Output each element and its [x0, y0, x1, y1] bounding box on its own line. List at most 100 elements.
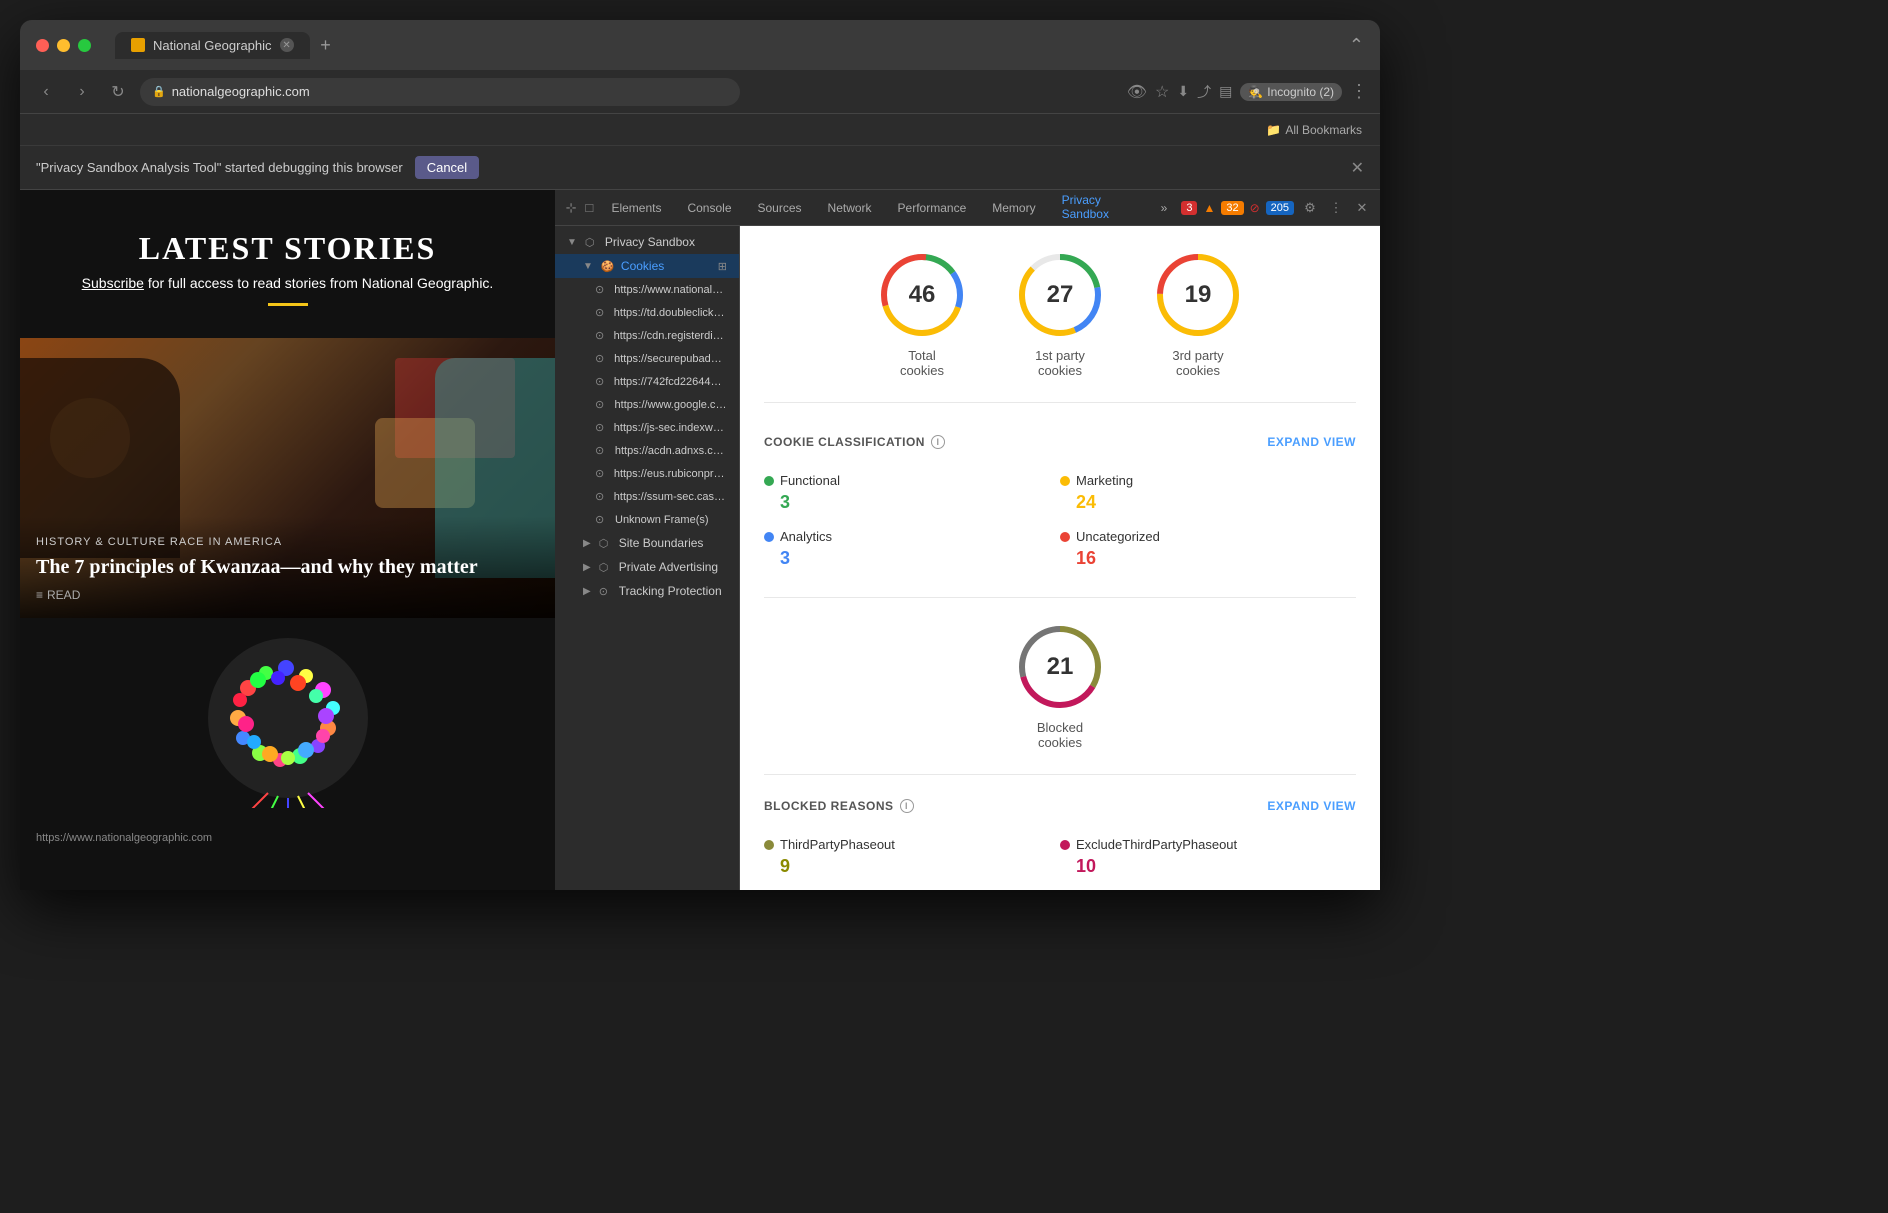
close-debug-icon[interactable]: ✕	[1351, 158, 1364, 178]
maximize-button[interactable]	[78, 39, 91, 52]
page-icon-5: ⊙	[595, 375, 608, 388]
new-tab-button[interactable]: +	[314, 33, 338, 57]
sidebar-item-tracking-protection[interactable]: ▶ ⊙ Tracking Protection	[555, 579, 739, 603]
info-badge: 205	[1266, 201, 1294, 215]
sidebar-item-domain-10[interactable]: ⊙ https://ssum-sec.casale...	[555, 485, 739, 508]
blocked-section: 21 Blockedcookies	[764, 622, 1356, 775]
tab-performance[interactable]: Performance	[886, 195, 979, 221]
back-button[interactable]: ‹	[32, 78, 60, 106]
third-party-phaseout-dot	[764, 840, 774, 850]
blocked-reasons-expand-view[interactable]: Expand View	[1267, 799, 1356, 813]
blocked-cookies-value: 21	[1047, 653, 1074, 681]
classification-title: COOKIE CLASSIFICATION i Expand View	[764, 435, 1356, 449]
tab-console[interactable]: Console	[675, 195, 743, 221]
sidebar-item-domain-7[interactable]: ⊙ https://js-sec.indexww.c...	[555, 416, 739, 439]
site-header: LATEST STORIES Subscribe for full access…	[20, 190, 555, 338]
blocked-reasons-info-icon[interactable]: i	[900, 799, 914, 813]
sidebar-item-domain-8[interactable]: ⊙ https://acdn.adnxs.com	[555, 439, 739, 462]
reload-button[interactable]: ↻	[104, 78, 132, 106]
window-expand[interactable]: ⌃	[1349, 35, 1364, 56]
sidebar-icon[interactable]: ▤	[1219, 83, 1232, 100]
website-content: LATEST STORIES Subscribe for full access…	[20, 190, 555, 890]
analytics-name: Analytics	[764, 529, 1060, 544]
domain-label-2: https://td.doubleclick.ne...	[614, 307, 727, 319]
first-party-cookies-value: 27	[1047, 281, 1074, 309]
share-icon[interactable]: ⤴	[1197, 82, 1211, 102]
sidebar-item-domain-1[interactable]: ⊙ https://www.nationalge...	[555, 278, 739, 301]
boundaries-icon: ⬡	[599, 537, 613, 550]
third-party-cookies-value: 19	[1185, 281, 1212, 309]
page-icon-9: ⊙	[595, 467, 608, 480]
reason-item-exclude-third-party: ExcludeThirdPartyPhaseout 10	[1060, 829, 1356, 885]
tab-close-button[interactable]: ✕	[280, 38, 294, 52]
sidebar-item-privacy-sandbox[interactable]: ▼ ⬡ Privacy Sandbox	[555, 230, 739, 254]
page-icon-7: ⊙	[595, 421, 608, 434]
settings-icon[interactable]: ⚙	[1300, 198, 1320, 218]
exclude-third-party-name: ExcludeThirdPartyPhaseout	[1060, 837, 1356, 852]
sidebar-item-unknown-frames[interactable]: ⊙ Unknown Frame(s)	[555, 508, 739, 531]
classification-info-icon[interactable]: i	[931, 435, 945, 449]
subscribe-suffix: for full access to read stories from Nat…	[144, 275, 493, 291]
devtools-inspect-icon[interactable]: □	[581, 198, 597, 218]
marketing-name: Marketing	[1060, 473, 1356, 488]
blocked-cookies-label: Blockedcookies	[1037, 720, 1083, 750]
sidebar-label-cookies: Cookies	[621, 259, 664, 273]
debug-banner: "Privacy Sandbox Analysis Tool" started …	[20, 146, 1380, 190]
blocked-cookies-stat: 21 Blockedcookies	[1015, 622, 1105, 750]
domain-label-4: https://securepubads.g...	[614, 353, 727, 365]
third-party-phaseout-name: ThirdPartyPhaseout	[764, 837, 1060, 852]
total-cookies-stat: 46 Totalcookies	[877, 250, 967, 378]
sidebar-item-domain-5[interactable]: ⊙ https://742fcd22644a3c...	[555, 370, 739, 393]
cookies-expand-icon: ▼	[583, 261, 593, 272]
all-bookmarks[interactable]: 📁 All Bookmarks	[1260, 121, 1368, 139]
functional-name: Functional	[764, 473, 1060, 488]
devtools-cursor-icon[interactable]: ⊹	[563, 198, 579, 218]
tab-memory[interactable]: Memory	[980, 195, 1047, 221]
functional-label: Functional	[780, 473, 840, 488]
class-item-marketing: Marketing 24	[1060, 465, 1356, 521]
close-button[interactable]	[36, 39, 49, 52]
tab-more[interactable]: »	[1149, 195, 1180, 221]
devtools-body: ▼ ⬡ Privacy Sandbox ▼ 🍪 Cookies ⊞	[555, 226, 1380, 890]
domain-label-1: https://www.nationalge...	[614, 284, 727, 296]
close-devtools-icon[interactable]: ✕	[1352, 198, 1372, 218]
sidebar-item-domain-3[interactable]: ⊙ https://cdn.registerdisne...	[555, 324, 739, 347]
reason-item-domain-mismatch: DomainMismatch 11	[764, 885, 1060, 890]
active-tab[interactable]: National Geographic ✕	[115, 32, 310, 59]
tab-privacy-sandbox[interactable]: Privacy Sandbox	[1050, 187, 1147, 229]
hero-category: HISTORY & CULTURE RACE IN AMERICA	[36, 536, 539, 548]
tab-network[interactable]: Network	[816, 195, 884, 221]
sidebar-item-private-advertising[interactable]: ▶ ⬡ Private Advertising	[555, 555, 739, 579]
more-options-icon[interactable]: ⋮	[1326, 198, 1346, 218]
minimize-button[interactable]	[57, 39, 70, 52]
subscribe-link[interactable]: Subscribe	[82, 275, 144, 291]
sidebar-item-site-boundaries[interactable]: ▶ ⬡ Site Boundaries	[555, 531, 739, 555]
site-subtitle: Subscribe for full access to read storie…	[40, 275, 535, 291]
eye-off-icon: 👁	[1127, 82, 1147, 102]
sidebar-item-domain-6[interactable]: ⊙ https://www.google.com	[555, 393, 739, 416]
cookies-action-icon[interactable]: ⊞	[718, 260, 727, 273]
incognito-label: Incognito (2)	[1267, 85, 1334, 99]
domain-label-8: https://acdn.adnxs.com	[615, 445, 727, 457]
sidebar-item-domain-2[interactable]: ⊙ https://td.doubleclick.ne...	[555, 301, 739, 324]
sidebar-item-domain-9[interactable]: ⊙ https://eus.rubiconproje...	[555, 462, 739, 485]
tab-sources[interactable]: Sources	[746, 195, 814, 221]
menu-read-icon: ≡	[36, 588, 43, 602]
tab-elements[interactable]: Elements	[599, 195, 673, 221]
classification-expand-view[interactable]: Expand View	[1267, 435, 1356, 449]
cancel-button[interactable]: Cancel	[415, 156, 479, 179]
marketing-dot	[1060, 476, 1070, 486]
debug-text: "Privacy Sandbox Analysis Tool" started …	[36, 160, 403, 175]
first-party-cookies-stat: 27 1st partycookies	[1015, 250, 1105, 378]
sidebar-item-cookies[interactable]: ▼ 🍪 Cookies ⊞	[555, 254, 739, 278]
warn-badge: 32	[1221, 201, 1243, 215]
forward-button[interactable]: ›	[68, 78, 96, 106]
domain-label-10: https://ssum-sec.casale...	[614, 491, 727, 503]
menu-icon[interactable]: ⋮	[1350, 81, 1368, 102]
blocked-reasons-grid: ThirdPartyPhaseout 9 ExcludeThirdPartyPh…	[764, 829, 1356, 890]
page-icon-2: ⊙	[595, 306, 608, 319]
star-icon[interactable]: ☆	[1155, 82, 1169, 102]
download-icon[interactable]: ⬇	[1177, 83, 1189, 100]
sidebar-item-domain-4[interactable]: ⊙ https://securepubads.g...	[555, 347, 739, 370]
address-bar[interactable]: 🔒 nationalgeographic.com	[140, 78, 740, 106]
